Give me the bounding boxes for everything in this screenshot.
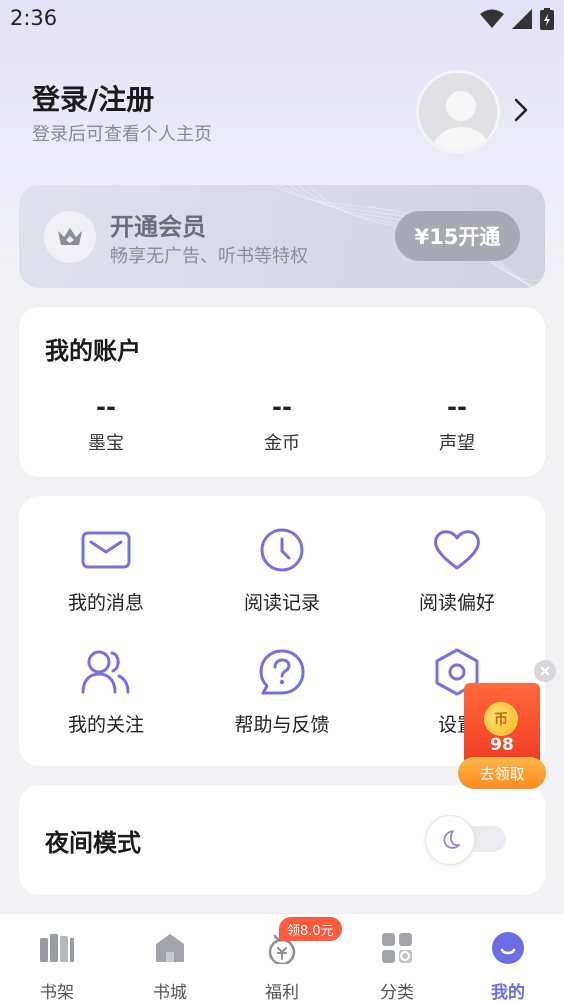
night-mode-toggle[interactable] xyxy=(425,815,475,865)
night-mode-label: 夜间模式 xyxy=(45,829,141,857)
account-value: -- xyxy=(96,393,116,421)
signal-icon xyxy=(512,9,532,29)
nav-item-bookstore[interactable]: 书城 xyxy=(130,930,210,1002)
nav-item-bookshelf[interactable]: 书架 xyxy=(17,930,97,1002)
coin-icon: 币 xyxy=(484,702,518,736)
vip-card[interactable]: 开通会员 畅享无广告、听书等特权 ¥15开通 xyxy=(19,185,545,288)
menu-item-following[interactable]: 我的关注 xyxy=(36,648,176,737)
status-bar: 2:36 xyxy=(0,0,564,38)
battery-icon xyxy=(540,8,554,30)
login-subtitle: 登录后可查看个人主页 xyxy=(32,124,212,145)
nav-item-category[interactable]: 分类 xyxy=(357,930,437,1002)
status-icons xyxy=(480,8,554,30)
vip-title: 开通会员 xyxy=(110,213,206,241)
account-value: -- xyxy=(272,393,292,421)
account-value: -- xyxy=(447,393,467,421)
account-item-coins[interactable]: -- 金币 xyxy=(222,391,342,455)
account-item-reputation[interactable]: -- 声望 xyxy=(397,391,517,455)
avatar[interactable] xyxy=(416,70,500,154)
crown-icon xyxy=(58,228,82,245)
nav-label: 书架 xyxy=(40,983,74,1002)
bookstore-icon xyxy=(156,934,184,962)
account-card: 我的账户 -- 墨宝 -- 金币 -- 声望 xyxy=(19,307,545,477)
account-label: 声望 xyxy=(439,433,475,454)
nav-label: 我的 xyxy=(491,983,525,1002)
nav-label: 书城 xyxy=(153,983,187,1002)
menu-item-help[interactable]: 帮助与反馈 xyxy=(212,648,352,737)
close-icon xyxy=(540,666,550,676)
menu-label: 帮助与反馈 xyxy=(234,714,330,736)
default-avatar-icon xyxy=(419,73,497,151)
profile-icon xyxy=(492,932,524,964)
account-item-mobao[interactable]: -- 墨宝 xyxy=(46,391,166,455)
bookshelf-icon xyxy=(40,934,74,962)
nav-label: 分类 xyxy=(380,983,414,1002)
account-label: 金币 xyxy=(264,433,300,454)
mail-icon xyxy=(81,531,131,569)
vip-open-button[interactable]: ¥15开通 xyxy=(395,211,520,261)
status-time: 2:36 xyxy=(10,6,58,30)
menu-item-preferences[interactable]: 阅读偏好 xyxy=(387,526,527,615)
nav-label: 福利 xyxy=(265,983,299,1002)
help-icon xyxy=(259,649,305,695)
account-label: 墨宝 xyxy=(88,433,124,454)
users-icon xyxy=(81,650,130,694)
clock-icon xyxy=(260,528,304,572)
menu-label: 我的关注 xyxy=(67,714,144,736)
vip-subtitle: 畅享无广告、听书等特权 xyxy=(110,246,308,267)
nav-item-profile[interactable]: 我的 xyxy=(468,930,548,1002)
menu-item-history[interactable]: 阅读记录 xyxy=(212,526,352,615)
chevron-right-icon[interactable] xyxy=(510,96,532,124)
reward-close-button[interactable] xyxy=(534,660,556,682)
menu-label: 阅读记录 xyxy=(243,592,320,614)
menu-item-messages[interactable]: 我的消息 xyxy=(36,526,176,615)
welfare-badge: 领8.0元 xyxy=(279,917,342,941)
login-title[interactable]: 登录/注册 xyxy=(32,78,154,118)
wifi-icon xyxy=(480,9,504,28)
heart-icon xyxy=(434,530,480,570)
crown-icon-badge xyxy=(44,211,96,263)
account-title: 我的账户 xyxy=(45,337,141,365)
menu-label: 阅读偏好 xyxy=(418,592,495,614)
category-icon xyxy=(382,933,412,963)
menu-label: 我的消息 xyxy=(67,592,144,614)
night-mode-card: 夜间模式 xyxy=(19,785,545,895)
reward-claim-button[interactable]: 去领取 xyxy=(458,757,546,789)
moon-icon xyxy=(443,830,460,849)
reward-amount: 98 xyxy=(490,735,514,755)
